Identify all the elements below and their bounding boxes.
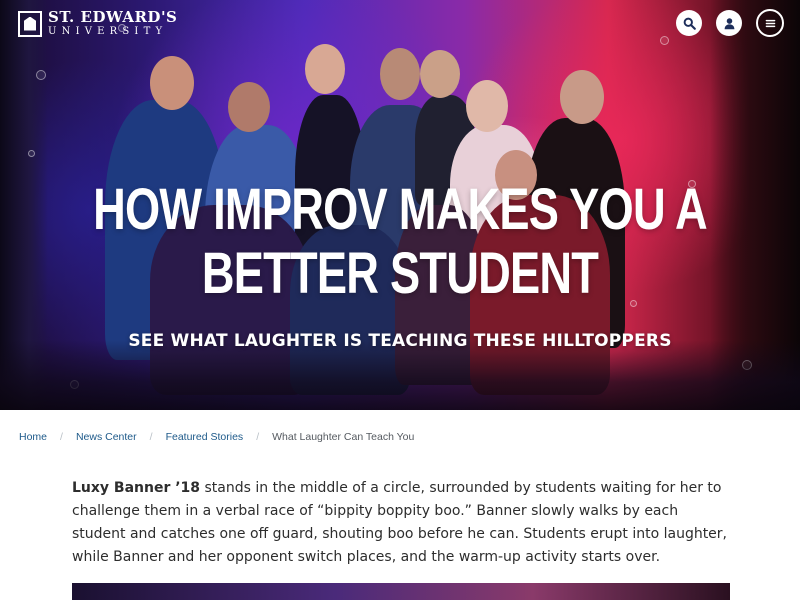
user-icon xyxy=(724,17,734,29)
article-image xyxy=(72,583,730,600)
bubble xyxy=(660,36,669,45)
bubble xyxy=(36,70,46,80)
breadcrumb-home[interactable]: Home xyxy=(19,431,47,443)
breadcrumb: Home / News Center / Featured Stories / … xyxy=(19,431,414,443)
logo-wordmark: ST. EDWARD'S UNIVERSITY xyxy=(48,10,177,37)
university-logo[interactable]: ST. EDWARD'S UNIVERSITY xyxy=(18,10,177,37)
hero-banner: ST. EDWARD'S UNIVERSITY HOW IMPROV MAKES xyxy=(0,0,800,410)
breadcrumb-separator: / xyxy=(149,431,153,443)
breadcrumb-news-center[interactable]: News Center xyxy=(76,431,137,443)
bubble xyxy=(28,150,35,157)
breadcrumb-separator: / xyxy=(256,431,260,443)
menu-icon xyxy=(765,19,775,27)
person-head xyxy=(150,56,194,110)
person-head xyxy=(466,80,508,132)
article-lead-name: Luxy Banner ’18 xyxy=(72,480,201,496)
logo-line-1: ST. EDWARD'S xyxy=(48,8,178,26)
search-button[interactable] xyxy=(676,10,702,36)
person-head xyxy=(380,48,420,100)
menu-button[interactable] xyxy=(756,9,784,37)
breadcrumb-current: What Laughter Can Teach You xyxy=(272,431,415,443)
person-head xyxy=(560,70,604,124)
article-lead-paragraph: Luxy Banner ’18 stands in the middle of … xyxy=(72,477,732,569)
person-head xyxy=(305,44,345,94)
breadcrumb-featured-stories[interactable]: Featured Stories xyxy=(166,431,244,443)
tower-icon xyxy=(18,10,42,37)
search-icon xyxy=(683,17,696,30)
page-title: HOW IMPROV MAKES YOU A BETTER STUDENT xyxy=(93,177,708,306)
breadcrumb-separator: / xyxy=(60,431,63,443)
person-head xyxy=(420,50,460,98)
logo-line-2: UNIVERSITY xyxy=(48,26,168,37)
header-actions xyxy=(676,9,784,37)
account-button[interactable] xyxy=(716,10,742,36)
page-subtitle: SEE WHAT LAUGHTER IS TEACHING THESE HILL… xyxy=(128,331,672,351)
person-head xyxy=(228,82,270,132)
